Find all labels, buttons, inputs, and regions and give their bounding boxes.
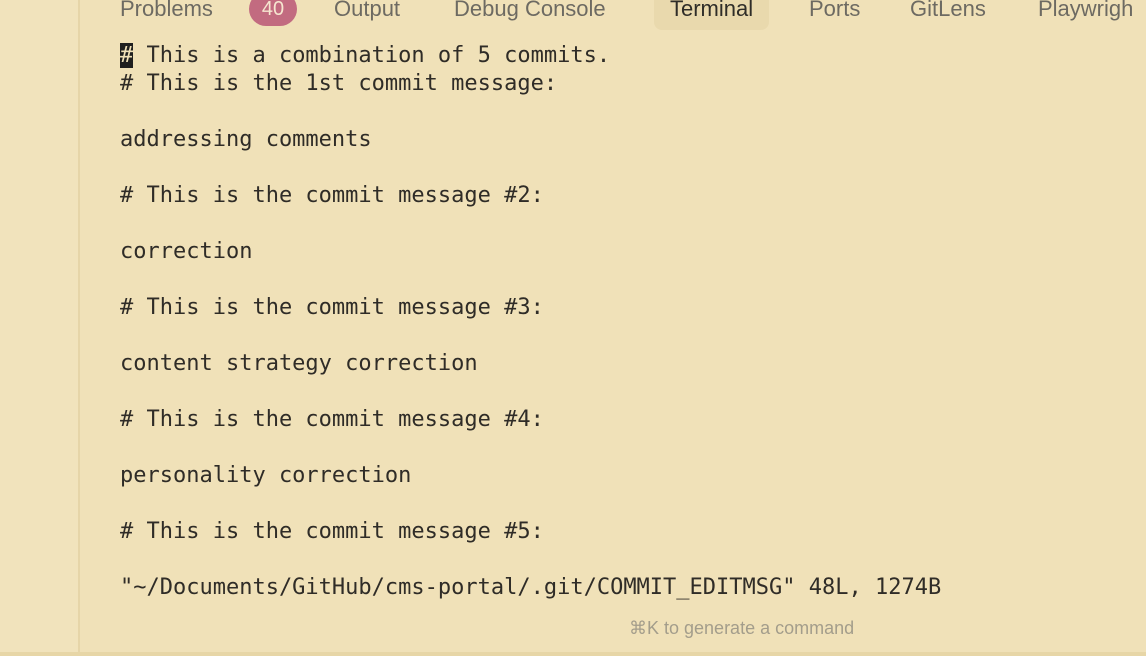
tab-debug-console[interactable]: Debug Console xyxy=(438,0,622,30)
terminal-line-status: "~/Documents/GitHub/cms-portal/.git/COMM… xyxy=(120,575,942,600)
terminal-line: # This is the commit message #5: xyxy=(120,519,544,544)
tab-output[interactable]: Output xyxy=(318,0,416,30)
terminal-line: # This is the 1st commit message: xyxy=(120,71,558,96)
terminal-line: content strategy correction xyxy=(120,351,478,376)
terminal-line: personality correction xyxy=(120,463,412,488)
terminal-line: # This is a combination of 5 commits. xyxy=(120,42,1120,70)
tab-label-ports: Ports xyxy=(809,0,861,21)
terminal-line: # This is the commit message #4: xyxy=(120,407,544,432)
terminal-output[interactable]: # This is a combination of 5 commits. # … xyxy=(120,42,1120,602)
panel-tab-bar: Problems 40 Output Debug Console Termina… xyxy=(80,0,1146,32)
terminal-line: # This is the commit message #2: xyxy=(120,183,544,208)
tab-label-problems: Problems xyxy=(120,0,213,21)
tab-ports[interactable]: Ports xyxy=(793,0,876,30)
tab-playwright[interactable]: Playwrigh xyxy=(1022,0,1146,30)
tab-problems[interactable]: Problems xyxy=(104,0,229,30)
terminal-line: addressing comments xyxy=(120,127,372,152)
generate-command-hint: ⌘K to generate a command xyxy=(629,618,855,638)
tab-terminal[interactable]: Terminal xyxy=(654,0,770,30)
terminal-line: correction xyxy=(120,239,253,264)
tab-label-output: Output xyxy=(334,0,401,21)
problems-count-badge: 40 xyxy=(249,0,297,26)
bottom-border xyxy=(0,652,1146,656)
tab-label-gitlens: GitLens xyxy=(910,0,986,21)
terminal-line: # This is the commit message #3: xyxy=(120,295,544,320)
tab-label-playwright: Playwrigh xyxy=(1038,0,1134,21)
terminal-cursor: # xyxy=(120,43,134,68)
left-gutter xyxy=(0,0,80,656)
terminal-window: Problems 40 Output Debug Console Termina… xyxy=(0,0,1146,656)
tab-label-terminal: Terminal xyxy=(670,0,754,21)
tab-gitlens[interactable]: GitLens xyxy=(894,0,1002,30)
terminal-line-first-rest: This is a combination of 5 commits. xyxy=(133,43,611,68)
tab-label-debug-console: Debug Console xyxy=(454,0,606,21)
